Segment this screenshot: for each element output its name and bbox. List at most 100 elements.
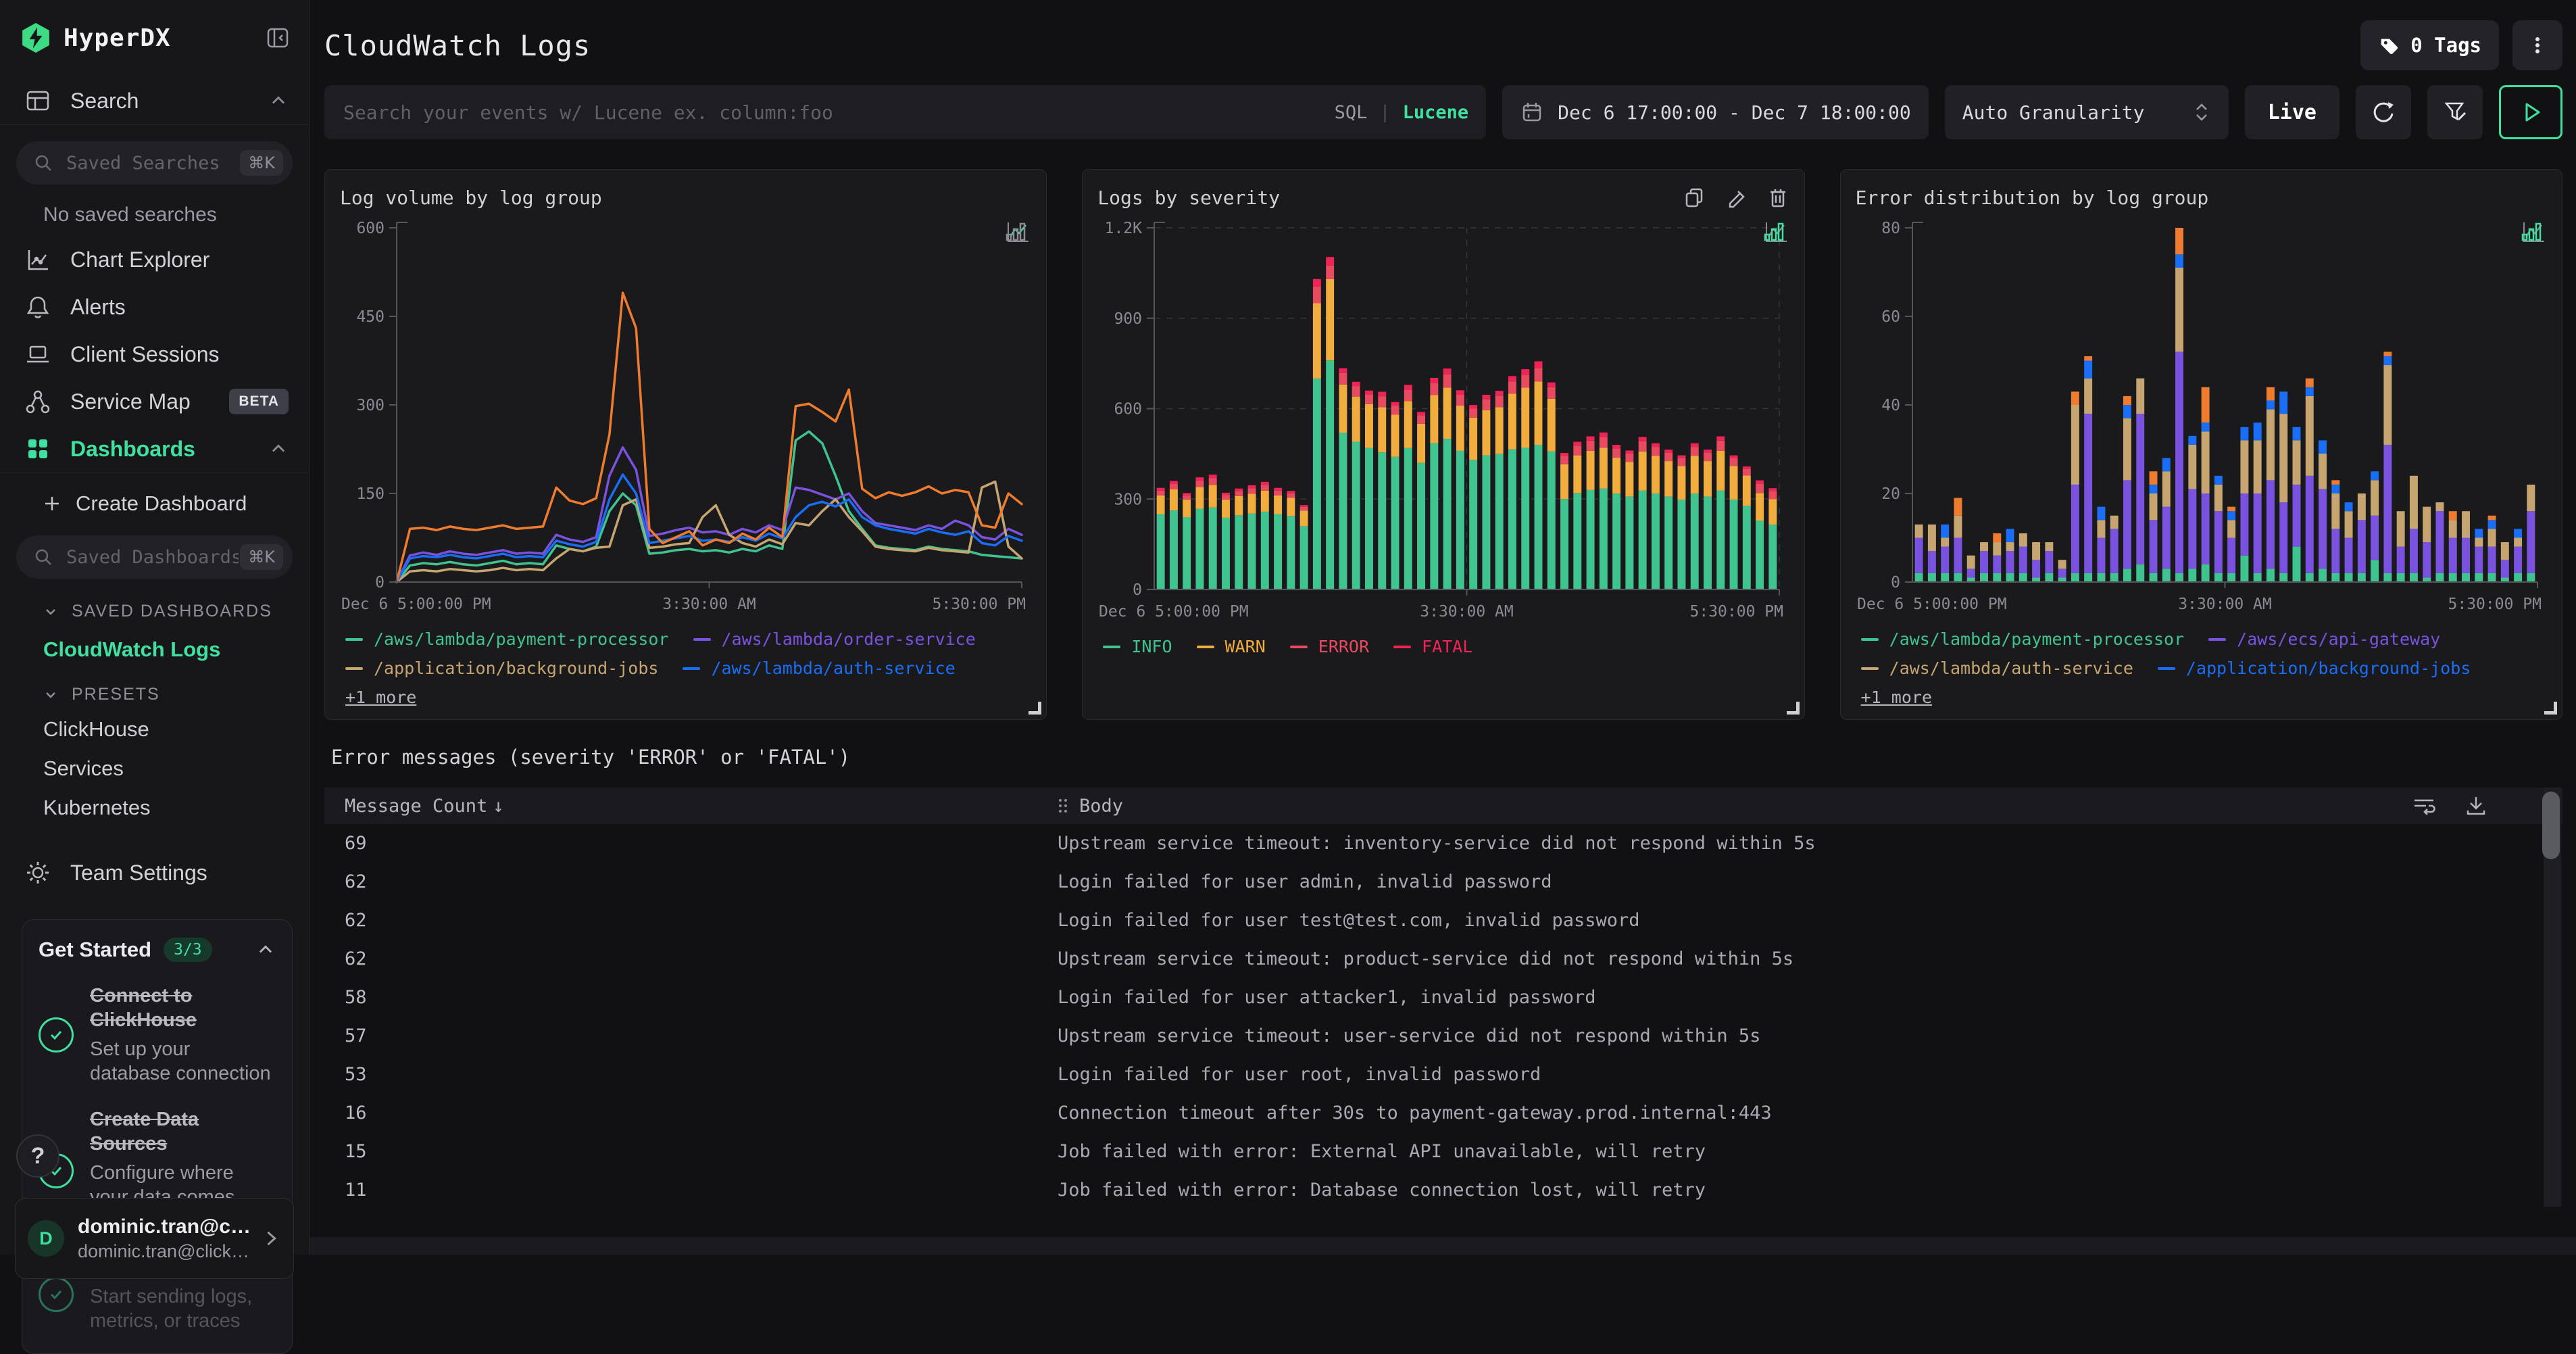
download-icon[interactable] [2464,794,2488,817]
sql-mode-toggle[interactable]: SQL [1335,102,1368,123]
table-row[interactable]: 15 Job failed with error: External API un… [324,1132,2562,1171]
drag-handle-icon[interactable] [1058,797,1068,815]
chevron-up-icon[interactable] [255,940,276,960]
table-row[interactable]: 57 Upstream service timeout: user-service… [324,1017,2562,1055]
legend-item[interactable]: /aws/ecs/api-gateway [2208,629,2440,649]
saved-dashboards-search[interactable]: ⌘K [16,535,293,579]
panel-resize-handle[interactable] [1029,702,1042,715]
date-range-picker[interactable]: Dec 6 17:00:00 - Dec 7 18:00:00 [1502,85,1929,139]
collapse-sidebar-button[interactable] [264,24,291,51]
chart-panels-row: Log volume by log group 0 150 300 450 600 Dec… [324,169,2562,720]
legend-item[interactable]: ERROR [1289,637,1369,656]
wrap-text-icon[interactable] [2411,794,2437,817]
refresh-button[interactable] [2356,85,2411,139]
table-row[interactable]: 62 Upstream service timeout: product-serv… [324,940,2562,978]
legend-item[interactable]: /aws/lambda/payment-processor [1860,629,2184,649]
sidebar-item-label: Client Sessions [70,341,220,366]
chevron-up-icon[interactable] [268,91,289,111]
sidebar-item-client-sessions[interactable]: Client Sessions [0,331,309,378]
preset-link-clickhouse[interactable]: ClickHouse [43,715,309,744]
event-search-input[interactable] [342,100,1335,124]
saved-dashboards-section[interactable]: SAVED DASHBOARDS [42,602,309,621]
sidebar-item-search[interactable]: Search [0,77,309,124]
table-scrollbar-thumb[interactable] [2542,792,2560,859]
granularity-select[interactable]: Auto Granularity [1944,85,2229,139]
filter-edit-button[interactable] [2427,85,2483,139]
lucene-mode-toggle[interactable]: Lucene [1403,102,1469,123]
sidebar-item-alerts[interactable]: Alerts [0,283,309,331]
user-name: dominic.tran@clic... [78,1215,254,1238]
tags-button[interactable]: 0 Tags [2360,20,2499,70]
create-dashboard-button[interactable]: Create Dashboard [0,480,309,527]
user-email: dominic.tran@clickh... [78,1240,254,1261]
divider [0,124,309,125]
live-button[interactable]: Live [2244,85,2339,139]
chart-legend: INFO WARN ERROR FATAL [1097,627,1789,707]
body-cell: Login failed for user attacker1, invalid… [1058,987,1596,1008]
table-row[interactable]: 11 Job failed with error: Database connec… [324,1171,2562,1209]
edit-panel-icon[interactable] [1725,186,1748,209]
svg-text:3:30:00 AM: 3:30:00 AM [662,596,756,613]
legend-more-link[interactable]: +1 more [345,687,416,707]
help-button[interactable]: ? [16,1134,59,1178]
duplicate-panel-icon[interactable] [1683,186,1706,209]
dashboard-menu-button[interactable] [2512,20,2562,70]
check-circle-icon [39,1017,74,1053]
chart-explorer-icon [23,246,53,273]
legend-swatch [1393,645,1412,648]
panel-resize-handle[interactable] [1786,702,1800,715]
saved-dashboards-input[interactable] [65,546,241,569]
legend-item[interactable]: INFO [1103,637,1172,656]
preset-link-services[interactable]: Services [43,754,309,783]
horizontal-scrollbar[interactable] [309,1237,2576,1255]
kbd-shortcut: ⌘K [240,544,283,570]
delete-panel-icon[interactable] [1766,186,1789,209]
event-search[interactable]: SQL | Lucene [324,85,1487,139]
legend-item[interactable]: /aws/lambda/auth-service [1860,658,2133,678]
legend-item[interactable]: /aws/lambda/payment-processor [345,629,669,649]
panel-resize-handle[interactable] [2544,702,2557,715]
get-started-step-connect[interactable]: Connect to ClickHouse Set up your databa… [39,984,276,1086]
preset-link-kubernetes[interactable]: Kubernetes [43,794,309,822]
legend-item[interactable]: /aws/lambda/order-service [693,629,976,649]
user-menu[interactable]: D dominic.tran@clic... dominic.tran@clic… [15,1198,294,1279]
sidebar-item-chart-explorer[interactable]: Chart Explorer [0,236,309,283]
chart-legend: /aws/lambda/payment-processor/aws/ecs/ap… [1856,620,2547,707]
log-volume-chart[interactable]: 0 150 300 450 600 Dec 6 5:00:00 PM 3:30:00 AM 5… [340,213,1031,620]
table-row[interactable]: 53 Login failed for user root, invalid pa… [324,1055,2562,1094]
legend-item[interactable]: /application/background-jobs [2157,658,2471,678]
sidebar-item-label: Alerts [70,294,126,319]
sidebar-item-team-settings[interactable]: Team Settings [0,849,309,896]
sidebar-item-dashboards[interactable]: Dashboards [0,425,309,473]
saved-searches-input[interactable] [65,151,241,174]
get-started-progress-badge: 3/3 [164,938,212,962]
run-query-button[interactable] [2499,85,2562,139]
message-count-cell: 16 [345,1103,367,1123]
table-row[interactable]: 62 Login failed for user admin, invalid p… [324,863,2562,901]
error-distribution-chart[interactable]: 0 20 40 60 80 Dec 6 5:00:00 PM 3:30:00 AM 5:30:… [1856,213,2547,620]
table-row[interactable]: 58 Login failed for user attacker1, inval… [324,978,2562,1017]
svg-text:5:30:00 PM: 5:30:00 PM [1690,603,1783,621]
column-header-message-count[interactable]: Message Count ↓ [324,796,1058,817]
table-row[interactable]: 62 Login failed for user test@test.com, i… [324,901,2562,940]
presets-section[interactable]: PRESETS [42,685,309,704]
legend-item[interactable]: /application/background-jobs [345,658,658,678]
legend-more-link[interactable]: +1 more [1861,687,1932,707]
legend-swatch [2208,637,2227,641]
table-row[interactable]: 16 Connection timeout after 30s to paymen… [324,1094,2562,1132]
legend-item[interactable]: WARN [1196,637,1266,656]
panel-title: Log volume by log group [340,186,602,209]
column-header-body[interactable]: Body [1058,796,2562,817]
get-started-card: Get Started 3/3 Connect to ClickHouse Se… [22,919,293,1354]
dashboard-link-cloudwatch-logs[interactable]: CloudWatch Logs [43,637,309,662]
svg-text:5:30:00 PM: 5:30:00 PM [2448,596,2541,613]
logs-by-severity-chart[interactable]: 0 300 600 900 1.2K Dec 6 5:00:00 PM 3:30:00 AM… [1097,213,1789,627]
saved-searches-search[interactable]: ⌘K [16,141,293,185]
legend-item[interactable]: FATAL [1393,637,1472,656]
sidebar-item-service-map[interactable]: Service Map BETA [0,378,309,425]
chevron-up-icon[interactable] [268,439,289,459]
table-scrollbar-track[interactable] [2542,788,2561,1207]
table-row[interactable]: 69 Upstream service timeout: inventory-se… [324,824,2562,863]
legend-item[interactable]: /aws/lambda/auth-service [683,658,956,678]
error-messages-panel: Error messages (severity 'ERROR' or 'FAT… [324,746,2562,1209]
